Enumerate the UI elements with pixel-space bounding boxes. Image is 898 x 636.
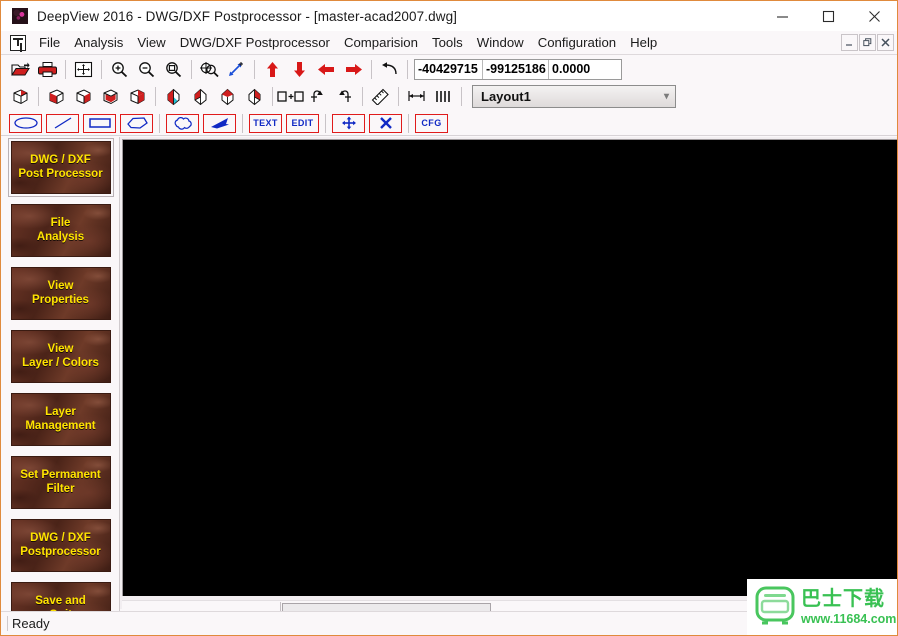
edit-button[interactable]: EDIT <box>286 113 319 133</box>
coordinate-z-field[interactable]: 0.0000 <box>549 59 621 79</box>
draw-cloud-icon[interactable] <box>166 113 199 133</box>
menu-item-view[interactable]: View <box>130 33 172 52</box>
coordinate-x-field[interactable]: -40429715 <box>415 59 483 79</box>
measure-icon[interactable] <box>367 85 394 108</box>
mdi-minimize-button[interactable] <box>841 34 858 51</box>
sidebar-item-dwg-dxf-postprocessor[interactable]: DWG / DXF Postprocessor <box>10 519 111 572</box>
mdi-restore-button[interactable] <box>859 34 876 51</box>
status-text: Ready <box>7 616 50 631</box>
rotate-cw-icon[interactable] <box>331 85 358 108</box>
sidebar-item-set-permanent-filter[interactable]: Set Permanent Filter <box>10 456 111 509</box>
arrow-up-icon[interactable] <box>259 58 286 81</box>
menu-item-tools[interactable]: Tools <box>425 33 470 52</box>
mdi-child-controls <box>841 34 894 51</box>
draw-line-icon[interactable] <box>46 113 79 133</box>
zoom-in-icon[interactable] <box>106 58 133 81</box>
draw-ellipse-icon[interactable] <box>9 113 42 133</box>
document-icon[interactable] <box>10 34 26 51</box>
bus-download-logo <box>755 586 795 625</box>
zoom-scale-icon[interactable] <box>223 58 250 81</box>
view-cube-front-icon[interactable] <box>43 85 70 108</box>
menu-item-help[interactable]: Help <box>623 33 664 52</box>
view-iso-icon[interactable] <box>7 85 34 108</box>
sidebar-item-view-layer-colors[interactable]: View Layer / Colors <box>10 330 111 383</box>
layers-bars-icon[interactable] <box>430 85 457 108</box>
zoom-extents-icon[interactable] <box>70 58 97 81</box>
zoom-pan-icon[interactable] <box>196 58 223 81</box>
menu-item-dwg-dxf-postprocessor[interactable]: DWG/DXF Postprocessor <box>173 33 337 52</box>
undo-icon[interactable] <box>376 58 403 81</box>
chevron-down-icon: ▾ <box>663 91 669 102</box>
application-window: DeepView 2016 - DWG/DXF Postprocessor - … <box>0 0 898 636</box>
minimize-button[interactable] <box>759 1 805 31</box>
insert-text-button[interactable]: TEXT <box>249 113 282 133</box>
view-diamond-1-icon[interactable] <box>160 85 187 108</box>
coordinate-y-field[interactable]: -99125186 <box>483 59 549 79</box>
watermark-overlay: 巴士下载 www.11684.com <box>747 579 897 635</box>
layout-select[interactable]: Layout1 ▾ <box>472 85 676 108</box>
arrow-left-icon[interactable] <box>313 58 340 81</box>
close-button[interactable] <box>851 1 897 31</box>
draw-polygon-icon[interactable] <box>120 113 153 133</box>
toolbar-views: Layout1 ▾ <box>1 83 897 110</box>
title-bar: DeepView 2016 - DWG/DXF Postprocessor - … <box>1 1 897 31</box>
coordinate-fields: -40429715 -99125186 0.0000 <box>414 58 622 80</box>
arrow-down-icon[interactable] <box>286 58 313 81</box>
menu-item-window[interactable]: Window <box>470 33 531 52</box>
deepview-app-icon <box>12 8 28 24</box>
watermark-cn-text: 巴士下载 <box>801 586 885 611</box>
view-diamond-2-icon[interactable] <box>187 85 214 108</box>
move-object-icon[interactable] <box>332 113 365 133</box>
dimension-icon[interactable] <box>403 85 430 108</box>
menu-item-analysis[interactable]: Analysis <box>67 33 130 52</box>
toolbar-primary: -40429715 -99125186 0.0000 <box>1 56 897 82</box>
sidebar-item-file-analysis[interactable]: File Analysis <box>10 204 111 257</box>
toolbar-draw: TEXT EDIT CFG <box>1 111 897 136</box>
mdi-close-button[interactable] <box>877 34 894 51</box>
zoom-out-icon[interactable] <box>133 58 160 81</box>
sidebar-item-layer-management[interactable]: Layer Management <box>10 393 111 446</box>
menu-item-file[interactable]: File <box>32 33 67 52</box>
menu-item-configuration[interactable]: Configuration <box>531 33 623 52</box>
menu-item-comparision[interactable]: Comparision <box>337 33 425 52</box>
view-diamond-4-icon[interactable] <box>241 85 268 108</box>
view-cube-top-icon[interactable] <box>97 85 124 108</box>
print-icon[interactable] <box>34 58 61 81</box>
sidebar-item-view-properties[interactable]: View Properties <box>10 267 111 320</box>
mdi-client-area <box>120 137 897 621</box>
maximize-button[interactable] <box>805 1 851 31</box>
config-button[interactable]: CFG <box>415 113 448 133</box>
window-controls <box>759 1 897 31</box>
open-icon[interactable] <box>7 58 34 81</box>
arrow-right-icon[interactable] <box>340 58 367 81</box>
sidebar-item-dwg-dxf-post-processor[interactable]: DWG / DXF Post Processor <box>7 138 114 197</box>
drawing-canvas[interactable] <box>122 139 897 596</box>
draw-rectangle-icon[interactable] <box>83 113 116 133</box>
view-cube-iso2-icon[interactable] <box>124 85 151 108</box>
zoom-window-icon[interactable] <box>160 58 187 81</box>
draw-arrow-icon[interactable] <box>203 113 236 133</box>
tile-windows-icon[interactable] <box>277 85 304 108</box>
sidebar: DWG / DXF Post Processor File Analysis Vie… <box>2 137 120 635</box>
layout-select-value: Layout1 <box>481 89 531 104</box>
view-cube-right-icon[interactable] <box>70 85 97 108</box>
menu-bar: File Analysis View DWG/DXF Postprocessor… <box>1 31 897 55</box>
watermark-url-text: www.11684.com <box>801 612 897 627</box>
window-title: DeepView 2016 - DWG/DXF Postprocessor - … <box>37 8 458 24</box>
delete-object-icon[interactable] <box>369 113 402 133</box>
rotate-ccw-icon[interactable] <box>304 85 331 108</box>
view-diamond-3-icon[interactable] <box>214 85 241 108</box>
